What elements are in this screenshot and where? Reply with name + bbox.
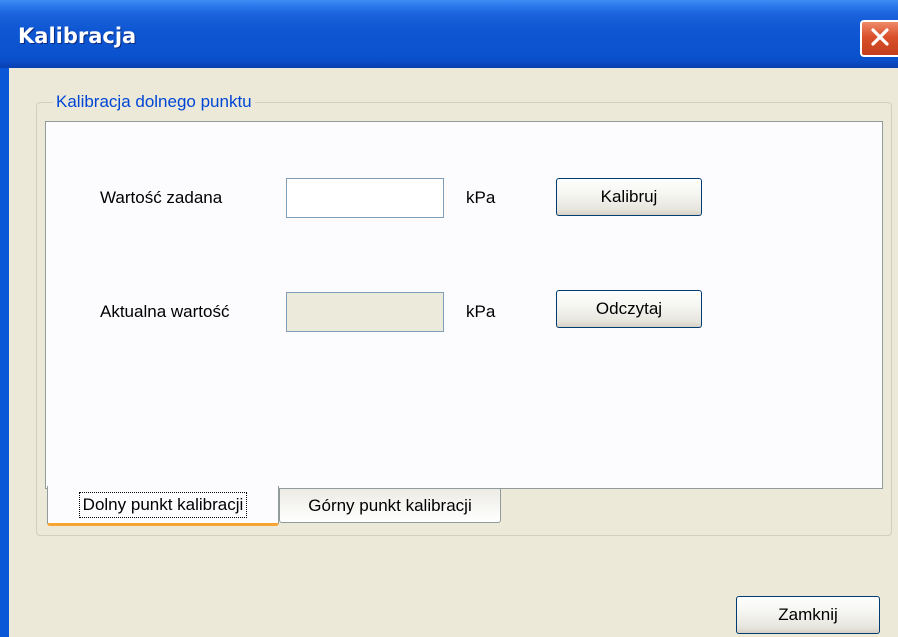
dialog-window: Kalibracja Kalibracja dolnego punktu War… (0, 0, 898, 637)
tab-page-lower-point: Wartość zadana kPa Kalibruj Aktualna war… (45, 121, 883, 489)
tab-lower-point[interactable]: Dolny punkt kalibracji (47, 486, 279, 526)
tab-upper-point-label: Górny punkt kalibracji (308, 495, 472, 515)
tab-lower-point-label: Dolny punkt kalibracji (78, 491, 248, 518)
dialog-client-area: Kalibracja dolnego punktu Wartość zadana… (9, 68, 898, 637)
read-button[interactable]: Odczytaj (556, 290, 702, 328)
tab-upper-point[interactable]: Górny punkt kalibracji (279, 489, 501, 523)
current-value-label: Aktualna wartość (100, 302, 230, 321)
calibrate-button[interactable]: Kalibruj (556, 178, 702, 216)
window-title: Kalibracja (18, 24, 137, 48)
setpoint-input[interactable] (286, 178, 444, 218)
setpoint-label: Wartość zadana (100, 188, 223, 207)
current-value-unit: kPa (466, 302, 496, 321)
title-bar[interactable]: Kalibracja (0, 0, 898, 68)
setpoint-unit: kPa (466, 188, 496, 207)
close-icon (868, 25, 892, 53)
groupbox-title: Kalibracja dolnego punktu (53, 92, 255, 112)
close-button[interactable]: Zamknij (736, 596, 880, 634)
close-window-button[interactable] (860, 20, 898, 57)
current-value-field (286, 292, 444, 332)
